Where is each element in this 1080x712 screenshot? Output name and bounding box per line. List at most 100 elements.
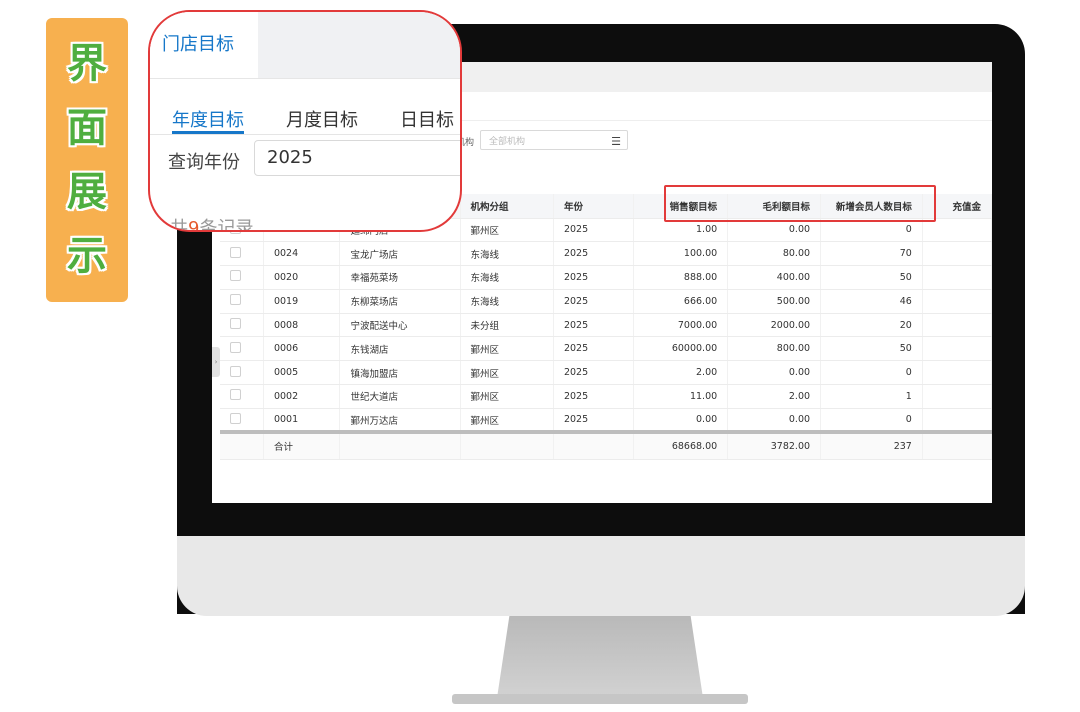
cell-group: 东海线 (460, 241, 554, 267)
cell-year: 2025 (553, 360, 635, 386)
total-row: 合计 68668.00 3782.00 237 (220, 430, 992, 460)
cell-member-target: 70 (820, 241, 923, 267)
table-row[interactable]: 0020 幸福苑菜场 东海线 2025 888.00 400.00 50 (220, 265, 992, 290)
cell-store-name: 镇海加盟店 (339, 360, 461, 386)
cell-sales-target: 888.00 (633, 265, 729, 290)
record-count-value: 9 (188, 218, 200, 232)
sidebar-toggle[interactable]: › (212, 347, 220, 377)
monitor-chin (177, 536, 1025, 616)
cell-group: 鄞州区 (460, 360, 554, 386)
table-row[interactable]: 0008 宁波配送中心 未分组 2025 7000.00 2000.00 20 (220, 313, 992, 338)
row-checkbox[interactable] (230, 389, 241, 401)
cell-code: 0024 (263, 241, 341, 267)
cell-member-target: 46 (820, 289, 923, 314)
table-row[interactable]: 0024 宝龙广场店 东海线 2025 100.00 80.00 70 (220, 241, 992, 267)
total-cell (220, 430, 264, 460)
cell-group: 鄞州区 (460, 384, 554, 409)
org-filter-input[interactable]: 全部机构 ☰ (480, 130, 628, 150)
table-row[interactable]: 0019 东柳菜场店 东海线 2025 666.00 500.00 46 (220, 289, 992, 314)
cell-group: 未分组 (460, 313, 554, 338)
row-checkbox[interactable] (230, 365, 241, 377)
record-prefix: 共 (170, 218, 188, 232)
total-cell (553, 430, 635, 460)
record-count: 共9条记录 (170, 214, 254, 232)
row-checkbox[interactable] (230, 341, 241, 353)
cell-sales-target: 2.00 (633, 360, 729, 386)
cell-year: 2025 (553, 265, 635, 290)
column-header-group[interactable]: 机构分组 (460, 194, 554, 219)
total-label: 合计 (263, 430, 341, 460)
row-checkbox[interactable] (230, 294, 241, 306)
tab-monthly[interactable]: 月度目标 (286, 106, 358, 132)
cell-member-target: 50 (820, 336, 923, 362)
cell-gross-target: 0.00 (727, 408, 822, 433)
row-checkbox[interactable] (230, 318, 241, 330)
tab-yearly[interactable]: 年度目标 (172, 106, 244, 132)
cell-group: 东海线 (460, 289, 554, 314)
query-year-input[interactable]: 2025 (254, 140, 460, 176)
cell-gross-target: 2.00 (727, 384, 822, 409)
table-row[interactable]: 0002 世纪大道店 鄞州区 2025 11.00 2.00 1 (220, 384, 992, 409)
cell-year: 2025 (553, 289, 635, 314)
row-checkbox[interactable] (230, 412, 241, 424)
label-char: 示 (67, 232, 107, 279)
cell-code: 0001 (263, 408, 341, 433)
cell-sales-target: 11.00 (633, 384, 729, 409)
cell-select[interactable] (220, 384, 264, 409)
cell-member-target: 50 (820, 265, 923, 290)
cell-select[interactable] (220, 408, 264, 433)
label-char: 展 (67, 168, 107, 215)
cell-code: 0020 (263, 265, 341, 290)
label-char: 界 (67, 40, 107, 87)
cell-recharge (922, 384, 992, 409)
cell-member-target: 1 (820, 384, 923, 409)
row-checkbox[interactable] (230, 246, 241, 258)
cell-gross-target: 2000.00 (727, 313, 822, 338)
cell-select[interactable] (220, 289, 264, 314)
label-char: 面 (67, 104, 107, 151)
record-suffix: 条记录 (199, 218, 254, 232)
cell-select[interactable] (220, 336, 264, 362)
table-row[interactable]: 0006 东钱湖店 鄞州区 2025 60000.00 800.00 50 (220, 336, 992, 362)
cell-recharge (922, 336, 992, 362)
row-checkbox[interactable] (230, 270, 241, 282)
cell-year: 2025 (553, 384, 635, 409)
cell-select[interactable] (220, 360, 264, 386)
cell-select[interactable] (220, 313, 264, 338)
cell-sales-target: 0.00 (633, 408, 729, 433)
query-year-label: 查询年份 (168, 152, 240, 173)
divider (150, 78, 460, 79)
cell-group: 鄞州区 (460, 408, 554, 433)
cell-sales-target: 666.00 (633, 289, 729, 314)
cell-code: 0006 (263, 336, 341, 362)
tab-daily[interactable]: 日目标 (400, 106, 454, 132)
cell-select[interactable] (220, 265, 264, 290)
cell-store-name: 幸福苑菜场 (339, 265, 461, 290)
tab-store-targets[interactable]: 门店目标 (150, 12, 258, 78)
total-gross: 3782.00 (727, 430, 822, 460)
total-cell (460, 430, 554, 460)
cell-recharge (922, 313, 992, 338)
table-row[interactable]: 0001 鄞州万达店 鄞州区 2025 0.00 0.00 0 (220, 408, 992, 433)
cell-gross-target: 500.00 (727, 289, 822, 314)
cell-recharge (922, 265, 992, 290)
list-icon[interactable]: ☰ (611, 135, 621, 148)
org-filter-placeholder: 全部机构 (489, 137, 526, 147)
cell-select[interactable] (220, 241, 264, 267)
column-header-year[interactable]: 年份 (553, 194, 635, 219)
cell-gross-target: 80.00 (727, 241, 822, 267)
cell-member-target: 0 (820, 408, 923, 433)
cell-store-name: 宝龙广场店 (339, 241, 461, 267)
total-cell (339, 430, 461, 460)
cell-code: 0008 (263, 313, 341, 338)
cell-member-target: 20 (820, 313, 923, 338)
cell-recharge (922, 289, 992, 314)
cell-recharge (922, 360, 992, 386)
monitor-stand (497, 616, 703, 698)
targets-table: 机构分组 年份 销售额目标 毛利额目标 新增会员人数目标 充值金 1091延绵门… (220, 194, 992, 460)
cell-year: 2025 (553, 408, 635, 433)
cell-code: 0002 (263, 384, 341, 409)
cell-gross-target: 400.00 (727, 265, 822, 290)
cell-group: 鄞州区 (460, 218, 554, 243)
table-row[interactable]: 0005 镇海加盟店 鄞州区 2025 2.00 0.00 0 (220, 360, 992, 386)
